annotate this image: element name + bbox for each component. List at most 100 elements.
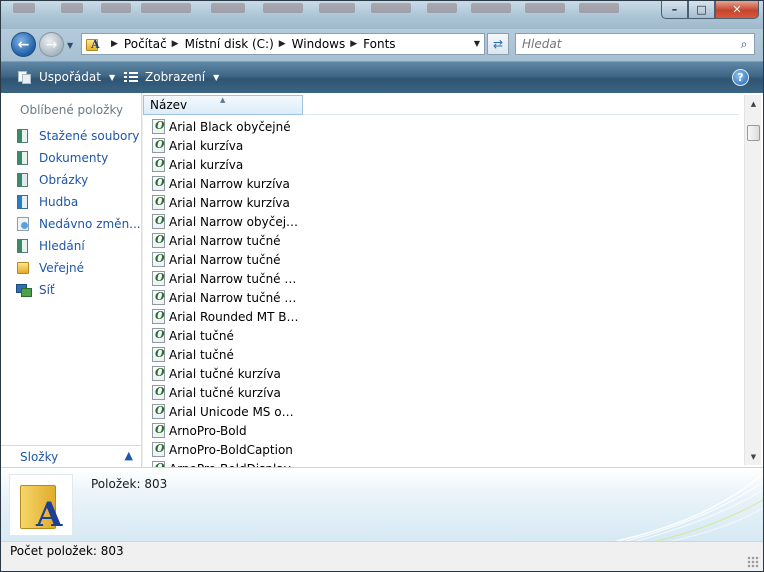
file-row[interactable]: O Arial Rounded MT Bol... xyxy=(143,307,739,326)
file-name: Arial Narrow kurzíva xyxy=(169,176,290,191)
nav-item-downloads[interactable]: Stažené soubory xyxy=(15,127,141,145)
organize-button[interactable]: Uspořádat ▼ xyxy=(17,69,115,85)
file-row[interactable]: O Arial Narrow tučné kur... xyxy=(143,269,739,288)
background-blur xyxy=(427,3,457,13)
nav-item-pictures[interactable]: Obrázky xyxy=(15,171,141,189)
recent-icon xyxy=(15,216,31,232)
file-name: Arial tučné kurzíva xyxy=(169,366,281,381)
file-name: Arial Narrow tučné kur... xyxy=(169,290,301,305)
breadcrumb-label: Počítač xyxy=(123,37,167,51)
file-row[interactable]: O Arial Narrow kurzíva xyxy=(143,193,739,212)
chevron-right-icon[interactable]: ▶ xyxy=(350,39,357,49)
background-blur xyxy=(579,3,619,13)
font-file-icon: O xyxy=(152,119,165,134)
file-row[interactable]: O Arial Narrow obyčejné xyxy=(143,212,739,231)
maximize-icon: □ xyxy=(696,3,707,16)
breadcrumb-local-disk[interactable]: Místní disk (C:) ▶ xyxy=(185,37,292,51)
scroll-up-arrow[interactable]: ▲ xyxy=(745,95,762,112)
breadcrumb-separator[interactable]: ▶ xyxy=(106,39,124,49)
breadcrumb-label: Windows xyxy=(291,37,346,51)
decorative-swoosh xyxy=(613,473,763,541)
chevron-right-icon[interactable]: ▶ xyxy=(172,39,179,49)
font-file-icon: O xyxy=(152,176,165,191)
file-row[interactable]: O ArnoPro-Bold xyxy=(143,421,739,440)
recent-pages-dropdown[interactable]: ▼ xyxy=(67,41,73,50)
file-name: Arial kurzíva xyxy=(169,157,244,172)
file-row[interactable]: O Arial Narrow tučné xyxy=(143,250,739,269)
forward-button[interactable]: → xyxy=(39,32,64,57)
scroll-thumb[interactable] xyxy=(747,125,760,141)
folders-toggle[interactable]: Složky ▲ xyxy=(1,445,141,467)
column-header-name[interactable]: ▲ Název xyxy=(143,95,303,115)
maximize-button[interactable]: □ xyxy=(688,1,715,19)
network-icon xyxy=(15,282,32,298)
arrow-right-icon: → xyxy=(45,36,58,53)
nav-item-recent[interactable]: Nedávno změn... xyxy=(15,215,141,233)
background-blur xyxy=(61,3,83,13)
minimize-button[interactable]: – xyxy=(661,1,688,19)
vertical-scrollbar[interactable]: ▲ ▼ xyxy=(744,95,761,465)
nav-item-searches[interactable]: Hledání xyxy=(15,237,141,255)
file-row[interactable]: O Arial tučné xyxy=(143,326,739,345)
resize-grip[interactable] xyxy=(747,556,759,568)
title-bar[interactable]: – □ ✕ xyxy=(1,1,763,29)
command-bar: Uspořádat ▼ Zobrazení ▼ ? xyxy=(1,61,763,93)
help-button[interactable]: ? xyxy=(732,69,749,86)
breadcrumb-fonts[interactable]: Fonts xyxy=(363,37,395,51)
chevron-right-icon[interactable]: ▶ xyxy=(279,39,286,49)
back-button[interactable]: ← xyxy=(11,32,36,57)
file-name: ArnoPro-Bold xyxy=(169,423,247,438)
address-bar[interactable]: A ▶ Počítač ▶ Místní disk (C:) ▶ Windows ▶ … xyxy=(81,33,485,55)
file-row[interactable]: O Arial Narrow kurzíva xyxy=(143,174,739,193)
background-blur xyxy=(319,3,355,13)
pictures-icon xyxy=(15,172,31,188)
nav-item-label: Hudba xyxy=(39,195,79,209)
font-file-icon: O xyxy=(152,290,165,305)
file-row[interactable]: O Arial Narrow tučné xyxy=(143,231,739,250)
file-name: Arial Narrow kurzíva xyxy=(169,195,290,210)
views-button[interactable]: Zobrazení ▼ xyxy=(123,69,219,85)
nav-item-label: Veřejné xyxy=(39,261,85,275)
chevron-up-icon: ▲ xyxy=(124,449,133,462)
nav-item-label: Nedávno změn... xyxy=(39,217,141,231)
breadcrumb-computer[interactable]: Počítač ▶ xyxy=(124,37,185,51)
file-row[interactable]: O ArnoPro-BoldCaption xyxy=(143,440,739,459)
nav-item-documents[interactable]: Dokumenty xyxy=(15,149,141,167)
views-label: Zobrazení xyxy=(145,70,206,84)
file-name: Arial tučné xyxy=(169,328,234,343)
file-row[interactable]: O Arial kurzíva xyxy=(143,155,739,174)
nav-item-music[interactable]: Hudba xyxy=(15,193,141,211)
nav-item-label: Síť xyxy=(39,283,55,297)
nav-item-label: Dokumenty xyxy=(39,151,109,165)
refresh-button[interactable]: ⇄ xyxy=(487,33,509,55)
file-row[interactable]: O Arial tučné xyxy=(143,345,739,364)
file-row[interactable]: O Arial Unicode MS obyč... xyxy=(143,402,739,421)
nav-item-network[interactable]: Síť xyxy=(15,281,141,299)
refresh-icon: ⇄ xyxy=(492,37,504,51)
background-blur xyxy=(101,3,131,13)
file-row[interactable]: O Arial tučné kurzíva xyxy=(143,383,739,402)
search-icon[interactable]: ⌕ xyxy=(734,37,754,52)
font-file-icon: O xyxy=(152,252,165,267)
file-row[interactable]: O Arial Narrow tučné kur... xyxy=(143,288,739,307)
background-blur xyxy=(141,3,191,13)
file-row[interactable]: O Arial Black obyčejné xyxy=(143,117,739,136)
close-button[interactable]: ✕ xyxy=(715,1,759,19)
file-row[interactable]: OArnoPro-BoldDisplay xyxy=(143,459,739,467)
views-icon xyxy=(123,69,139,85)
file-row[interactable]: O Arial tučné kurzíva xyxy=(143,364,739,383)
nav-item-public[interactable]: Veřejné xyxy=(15,259,141,277)
nav-item-label: Obrázky xyxy=(39,173,89,187)
favorites-title: Oblíbené položky xyxy=(20,103,124,117)
scroll-down-arrow[interactable]: ▼ xyxy=(745,448,762,465)
breadcrumb-windows[interactable]: Windows ▶ xyxy=(292,37,364,51)
search-input[interactable] xyxy=(516,37,734,51)
close-icon: ✕ xyxy=(732,3,742,16)
background-blur xyxy=(525,3,565,13)
address-history-dropdown[interactable]: ▼ xyxy=(474,39,480,48)
breadcrumb-label: Místní disk (C:) xyxy=(184,37,274,51)
caption-buttons: – □ ✕ xyxy=(661,1,759,19)
status-bar: Počet položek: 803 xyxy=(1,541,763,571)
font-file-icon: O xyxy=(152,138,165,153)
file-row[interactable]: O Arial kurzíva xyxy=(143,136,739,155)
